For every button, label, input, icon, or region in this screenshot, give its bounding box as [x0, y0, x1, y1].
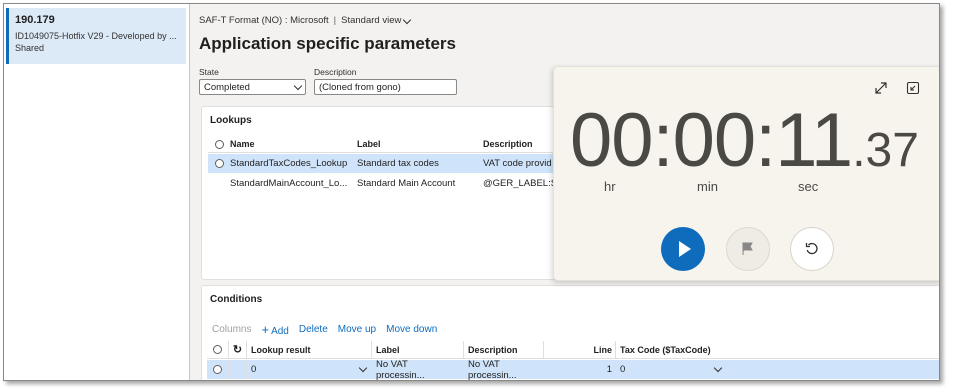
lookup-name: StandardTaxCodes_Lookup: [230, 158, 348, 169]
column-header-line[interactable]: Line: [544, 341, 616, 358]
tax-code-value: 0: [620, 364, 626, 375]
state-dropdown[interactable]: Completed: [199, 79, 306, 95]
state-field: State Completed: [199, 67, 306, 95]
add-button[interactable]: + Add: [261, 322, 288, 337]
description-field: Description (Cloned from gono): [314, 67, 457, 95]
condition-label: No VAT processin...: [372, 359, 464, 380]
reset-icon: [805, 242, 818, 255]
lookups-title: Lookups: [210, 115, 252, 126]
lookup-result-value: 0: [251, 364, 257, 375]
unit-min: min: [697, 179, 718, 194]
column-header-label[interactable]: Label: [372, 341, 464, 358]
column-header-name[interactable]: Name: [230, 139, 357, 149]
expand-icon[interactable]: [874, 81, 888, 98]
unit-sec: sec: [798, 179, 819, 194]
condition-line: 1: [544, 360, 616, 379]
column-header-label[interactable]: Label: [357, 139, 483, 149]
breadcrumb-format: SAF-T Format (NO) : Microsoft: [199, 15, 329, 26]
version-card[interactable]: 190.179 ID1049075-Hotfix V29 - Developed…: [6, 8, 186, 64]
version-description: ID1049075-Hotfix V29 - Developed by ...: [15, 31, 177, 41]
description-input[interactable]: (Cloned from gono): [314, 79, 457, 95]
reset-button[interactable]: [790, 227, 834, 271]
view-selector[interactable]: Standard view: [341, 15, 412, 26]
condition-description: No VAT processin...: [464, 359, 544, 380]
column-header-lookup-result[interactable]: Lookup result: [247, 341, 372, 358]
elapsed-dot: .: [852, 124, 866, 177]
breadcrumb-separator: |: [333, 15, 337, 26]
description-label: Description: [314, 67, 357, 77]
move-down-button[interactable]: Move down: [386, 324, 437, 335]
versions-pane: 190.179 ID1049075-Hotfix V29 - Developed…: [4, 4, 190, 380]
select-all-radio[interactable]: [213, 345, 222, 354]
view-label: Standard view: [341, 15, 402, 26]
add-label: Add: [271, 326, 289, 337]
lookup-label: Standard tax codes: [357, 158, 439, 169]
chevron-down-icon: [358, 363, 368, 373]
tax-code-dropdown[interactable]: 0: [616, 360, 726, 379]
elapsed-fraction: 37: [865, 124, 919, 177]
chevron-down-icon: [713, 363, 723, 373]
lookup-label: Standard Main Account: [357, 178, 456, 189]
lookup-result-dropdown[interactable]: 0: [247, 360, 372, 379]
app-window: 190.179 ID1049075-Hotfix V29 - Developed…: [3, 3, 940, 381]
column-header-tax-code[interactable]: Tax Code ($TaxCode): [616, 341, 726, 358]
move-up-button[interactable]: Move up: [338, 324, 376, 335]
elapsed-main: 00:00:11: [570, 98, 853, 183]
column-header-description[interactable]: Description: [464, 341, 544, 358]
compact-overlay-icon[interactable]: [906, 81, 920, 98]
conditions-grid-header: ↻ Lookup result Label Description Line T…: [207, 341, 939, 359]
description-value: (Cloned from gono): [319, 81, 401, 93]
chevron-down-icon: [293, 81, 303, 90]
delete-button[interactable]: Delete: [299, 324, 328, 335]
breadcrumb: SAF-T Format (NO) : Microsoft | Standard…: [199, 15, 412, 26]
play-button[interactable]: [661, 227, 705, 271]
plus-icon: +: [261, 322, 270, 337]
stopwatch-overlay: 00:00:11.37 hr min sec: [553, 66, 939, 281]
row-select-radio[interactable]: [213, 365, 222, 374]
lap-button[interactable]: [726, 227, 770, 271]
state-value: Completed: [204, 81, 250, 93]
table-row[interactable]: 0 No VAT processin... No VAT processin..…: [207, 359, 939, 380]
stopwatch-display: 00:00:11.37: [570, 97, 919, 184]
state-label: State: [199, 67, 219, 77]
conditions-title: Conditions: [210, 294, 263, 305]
version-status: Shared: [15, 43, 45, 53]
lookup-name: StandardMainAccount_Lo...: [230, 178, 348, 189]
columns-button[interactable]: Columns: [212, 324, 251, 335]
unit-hr: hr: [604, 179, 616, 194]
row-select-radio[interactable]: [214, 159, 224, 168]
select-all-radio[interactable]: [214, 139, 224, 149]
play-icon: [679, 241, 691, 257]
version-number: 190.179: [15, 14, 55, 26]
chevron-down-icon: [403, 15, 412, 25]
conditions-action-bar: Columns + Add Delete Move up Move down: [212, 322, 437, 337]
page-title: Application specific parameters: [199, 34, 456, 53]
refresh-icon[interactable]: ↻: [229, 341, 247, 358]
flag-icon: [742, 242, 753, 255]
